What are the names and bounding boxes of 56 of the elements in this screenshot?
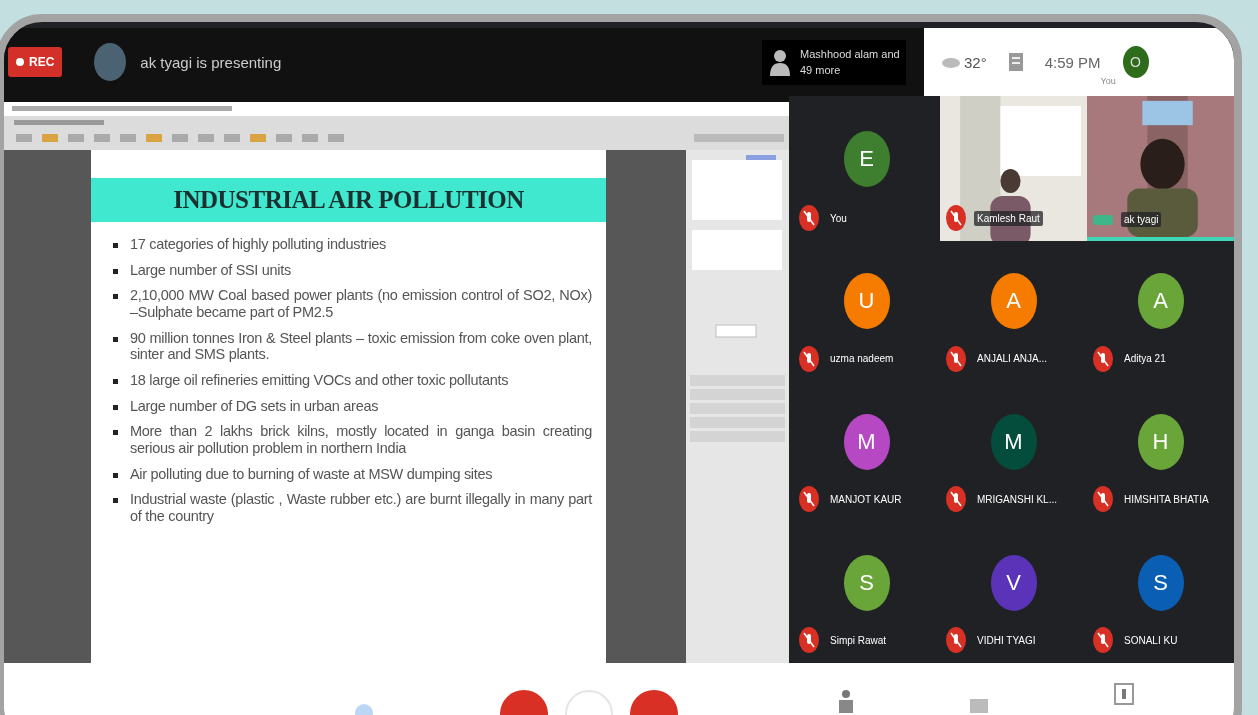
bullet-text: Large number of DG sets in urban areas (130, 397, 380, 415)
avatar: A (990, 273, 1037, 330)
bullet-icon (113, 243, 118, 248)
participant-tile[interactable]: V VIDHI TYAGI (940, 522, 1087, 663)
cloud-icon (942, 56, 960, 68)
bullet-icon (113, 498, 118, 504)
bullet-text: 90 million tonnes Iron & Steel plants – toxic emission from coke oven plant, sinter and SMS plants. (130, 329, 592, 364)
participant-name: ak tyagi (1121, 212, 1162, 227)
avatar: E (843, 130, 890, 187)
bullet-icon (113, 430, 118, 436)
bullet-text: 17 categories of highly polluting industries (130, 236, 388, 253)
bullet-icon (113, 404, 118, 410)
participant-tile[interactable]: H HIMSHITA BHATIA (1087, 381, 1234, 523)
clock-time: 4:59 PM (1044, 53, 1101, 71)
participants-text: Mashhood alam and 49 more (800, 46, 900, 78)
participant-name: Aditya 21 (1121, 351, 1169, 367)
user-avatar[interactable]: O (1122, 46, 1149, 78)
participant-tile[interactable]: ak tyagi (1087, 96, 1234, 241)
presenter-text: ak tyagi is presenting (140, 53, 282, 71)
participant-tile[interactable]: Kamlesh Raut (940, 96, 1087, 241)
temperature: 32° (964, 53, 987, 71)
bullet-text: 2,10,000 MW Coal based power plants (no emission control of SO2, NOx) –Sulphate became part of PM2.5 (130, 287, 592, 321)
bullet-text: Industrial waste (plastic , Waste rubber etc.) are burnt illegally in many part of the country (130, 491, 592, 525)
participant-tile[interactable]: S Simpi Rawat (793, 522, 940, 663)
avatar: M (843, 414, 890, 470)
bullet-text: Large number of SSI units (130, 261, 292, 279)
avatar: U (843, 273, 890, 330)
person-icon[interactable] (837, 689, 855, 713)
participant-tile[interactable]: E You (793, 96, 940, 241)
avatar: V (990, 554, 1037, 611)
participant-tile[interactable]: S SONALI KU (1087, 522, 1234, 663)
people-icon[interactable] (768, 48, 792, 76)
slide-title: INDUSTRIAL AIR POLLUTION (91, 178, 606, 222)
bullet-icon (113, 379, 118, 385)
bullet-text: Air polluting due to burning of waste at MSW dumping sites (130, 465, 494, 483)
avatar: A (1137, 273, 1184, 330)
bullet-icon (113, 336, 118, 342)
avatar: M (990, 414, 1037, 470)
participant-tile[interactable]: A Aditya 21 (1087, 241, 1234, 382)
bullet-icon (113, 472, 118, 478)
bullet-text: 18 large oil refineries emitting VOCs and other toxic pollutants (130, 372, 510, 389)
bullet-icon (113, 268, 118, 274)
avatar: H (1137, 414, 1184, 470)
participant-tile[interactable]: M MANJOT KAUR (793, 381, 940, 523)
self-label: You (1100, 76, 1116, 86)
participant-tile[interactable]: U uzma nadeem (793, 241, 940, 382)
recording-badge: REC (8, 47, 63, 77)
document-icon (1008, 53, 1023, 71)
participant-tile[interactable]: A ANJALI ANJA... (940, 241, 1087, 382)
info-icon[interactable] (1114, 683, 1134, 705)
avatar: S (843, 554, 890, 611)
avatar: S (1137, 554, 1184, 611)
participant-tile[interactable]: M MRIGANSHI KL... (940, 381, 1087, 523)
bullet-icon (113, 294, 118, 300)
avatar (94, 43, 127, 81)
bullet-text: More than 2 lakhs brick kilns, mostly located in ganga basin creating serious air pollution problem in northern India (130, 423, 592, 457)
